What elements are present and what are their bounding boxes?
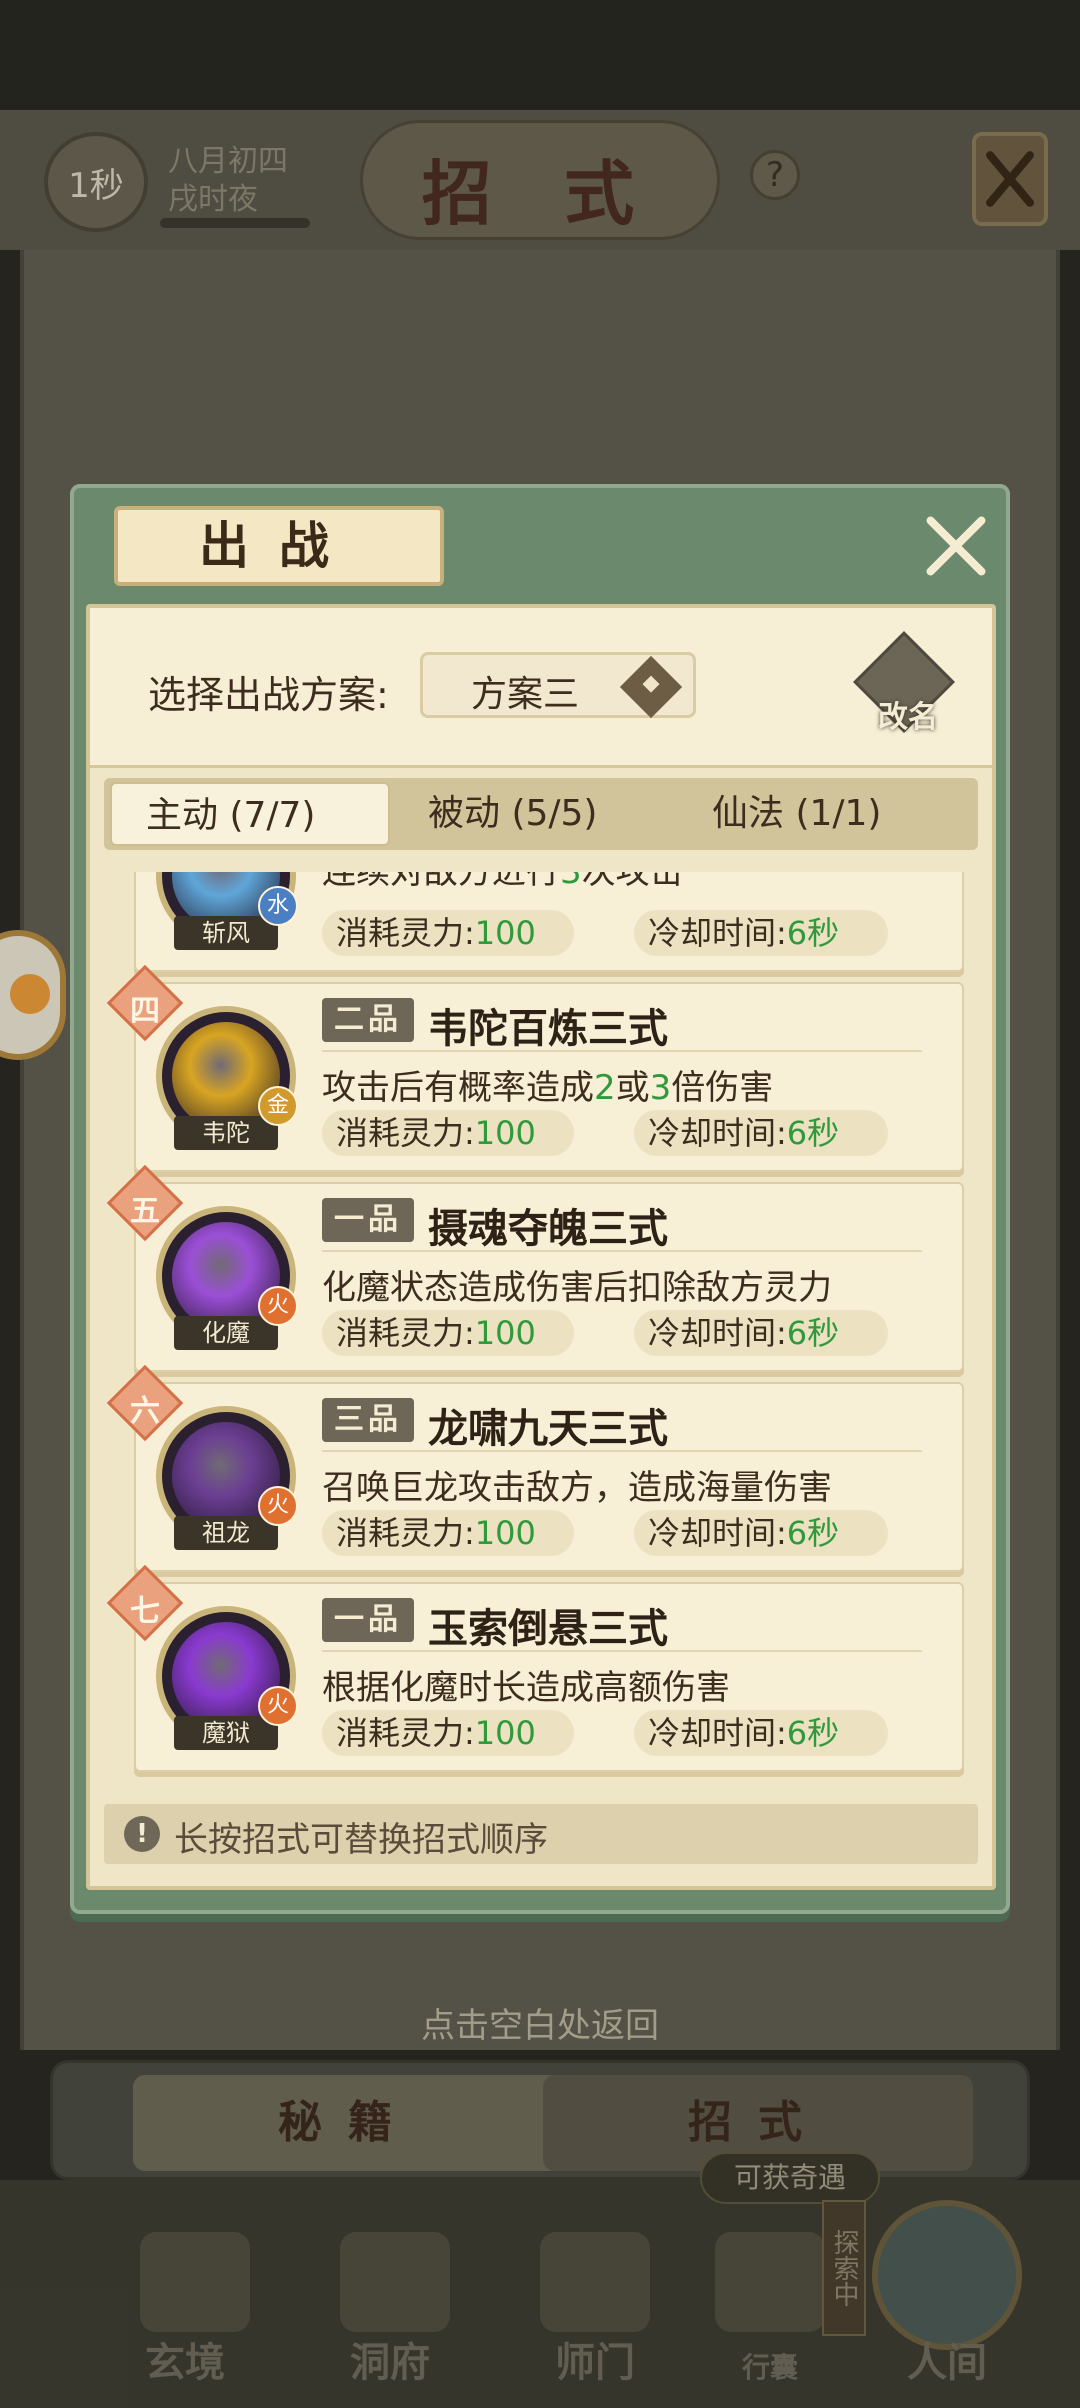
cooldown-pill: 冷却时间:6秒: [634, 1110, 888, 1156]
info-icon: !: [124, 1816, 160, 1852]
cooldown-value: 6秒: [786, 1714, 840, 1752]
order-number: 四: [130, 994, 160, 1029]
avatar-name: 魔狱: [174, 1716, 278, 1750]
divider: [322, 1050, 922, 1052]
skill-description: 化魔状态造成伤害后扣除敌方灵力: [322, 1260, 832, 1309]
battle-modal: 出战 选择出战方案: 方案三 改名 主动 (7/7) 被动 (5/5) 仙法 (…: [70, 484, 1010, 1914]
cooldown-pill: 冷却时间:6秒: [634, 1310, 888, 1356]
desc-part: 倍伤害: [671, 1068, 774, 1108]
cooldown-pill: 冷却时间:6秒: [634, 1710, 888, 1756]
modal-title: 出战: [199, 516, 359, 575]
plan-bar: 选择出战方案: 方案三 改名: [90, 608, 992, 768]
rename-label: 改名: [878, 700, 938, 735]
desc-part: 根据化魔时长造成高额伤害: [322, 1668, 730, 1708]
chevron-down-icon: [619, 655, 683, 719]
rename-button[interactable]: 改名: [853, 631, 956, 735]
cooldown-label: 冷却时间:: [648, 914, 787, 952]
order-number: 七: [130, 1594, 160, 1629]
desc-part: 次攻击: [581, 872, 684, 892]
cost-value: 100: [474, 914, 536, 952]
divider: [322, 1250, 922, 1252]
modal-content: 选择出战方案: 方案三 改名 主动 (7/7) 被动 (5/5) 仙法 (1/1…: [86, 604, 996, 1890]
cost-value: 100: [474, 1714, 536, 1752]
desc-part: 召唤巨龙攻击敌方，造成海量伤害: [322, 1468, 832, 1508]
skill-description: 根据化魔时长造成高额伤害: [322, 1660, 730, 1709]
cost-label: 消耗灵力:: [336, 1514, 475, 1552]
skill-card[interactable]: 斩风水连续对敌方进行3次攻击 消耗灵力:100 冷却时间:6秒: [134, 872, 964, 972]
cost-pill: 消耗灵力:100: [322, 1510, 574, 1556]
cooldown-label: 冷却时间:: [648, 1714, 787, 1752]
cost-pill: 消耗灵力:100: [322, 1710, 574, 1756]
skill-description: 连续对敌方进行3次攻击: [322, 872, 684, 893]
plan-label: 选择出战方案:: [148, 673, 389, 717]
grade-tag: 一品: [322, 1598, 414, 1642]
avatar-name: 祖龙: [174, 1516, 278, 1550]
tab-active-skills[interactable]: 主动 (7/7): [110, 782, 390, 846]
tab-spells[interactable]: 仙法 (1/1): [698, 782, 968, 846]
element-badge: 火: [258, 1486, 298, 1526]
desc-part: 3: [649, 1068, 672, 1108]
skill-name: 韦陀百炼三式: [428, 1006, 668, 1052]
element-badge: 水: [258, 886, 298, 926]
skill-name: 摄魂夺魄三式: [428, 1206, 668, 1252]
cost-value: 100: [474, 1514, 536, 1552]
avatar-name: 化魔: [174, 1316, 278, 1350]
cooldown-value: 6秒: [786, 1114, 840, 1152]
tip-text: 长按招式可替换招式顺序: [174, 1820, 548, 1860]
avatar-name: 斩风: [174, 916, 278, 950]
cooldown-value: 6秒: [786, 914, 840, 952]
cooldown-label: 冷却时间:: [648, 1114, 787, 1152]
element-badge: 火: [258, 1286, 298, 1326]
cost-label: 消耗灵力:: [336, 1114, 475, 1152]
desc-part: 2: [594, 1068, 616, 1108]
skill-description: 召唤巨龙攻击敌方，造成海量伤害: [322, 1460, 832, 1509]
skill-card[interactable]: 五化魔火一品 摄魂夺魄三式 化魔状态造成伤害后扣除敌方灵力 消耗灵力:100 冷却时间:…: [106, 1164, 964, 1372]
tab-passive-skills[interactable]: 被动 (5/5): [414, 782, 674, 846]
cooldown-pill: 冷却时间:6秒: [634, 1510, 888, 1556]
cost-label: 消耗灵力:: [336, 914, 475, 952]
grade-tag: 一品: [322, 1198, 414, 1242]
skill-card[interactable]: 四韦陀金二品 韦陀百炼三式 攻击后有概率造成2或3倍伤害 消耗灵力:100 冷却时间:6…: [106, 964, 964, 1172]
skill-card[interactable]: 七魔狱火一品 玉索倒悬三式 根据化魔时长造成高额伤害 消耗灵力:100 冷却时间:6秒: [106, 1564, 964, 1772]
order-number: 五: [130, 1194, 160, 1229]
cooldown-label: 冷却时间:: [648, 1514, 787, 1552]
desc-part: 3: [560, 872, 582, 892]
plan-dropdown[interactable]: 方案三: [420, 652, 696, 719]
cooldown-value: 6秒: [786, 1514, 840, 1552]
desc-part: 或: [615, 1068, 650, 1108]
cost-pill: 消耗灵力:100: [322, 1310, 574, 1356]
cost-value: 100: [474, 1314, 536, 1352]
skill-card[interactable]: 六祖龙火三品 龙啸九天三式 召唤巨龙攻击敌方，造成海量伤害 消耗灵力:100 冷却时间:…: [106, 1364, 964, 1572]
divider: [322, 1650, 922, 1652]
skill-list[interactable]: 斩风水连续对敌方进行3次攻击 消耗灵力:100 冷却时间:6秒四韦陀金二品 韦陀百炼三…: [104, 872, 978, 1802]
grade-tag: 三品: [322, 1398, 414, 1442]
cooldown-value: 6秒: [786, 1314, 840, 1352]
desc-part: 攻击后有概率造成: [322, 1068, 594, 1108]
cost-label: 消耗灵力:: [336, 1714, 475, 1752]
cost-pill: 消耗灵力:100: [322, 1110, 574, 1156]
skill-description: 攻击后有概率造成2或3倍伤害: [322, 1060, 773, 1109]
divider: [322, 1450, 922, 1452]
cost-pill: 消耗灵力:100: [322, 910, 574, 956]
cost-value: 100: [474, 1114, 536, 1152]
skill-name: 龙啸九天三式: [428, 1406, 668, 1452]
cooldown-label: 冷却时间:: [648, 1314, 787, 1352]
element-badge: 金: [258, 1086, 298, 1126]
skill-tabs: 主动 (7/7) 被动 (5/5) 仙法 (1/1): [104, 778, 978, 850]
desc-part: 化魔状态造成伤害后扣除敌方灵力: [322, 1268, 832, 1308]
grade-tag: 二品: [322, 998, 414, 1042]
element-badge: 火: [258, 1686, 298, 1726]
cooldown-pill: 冷却时间:6秒: [634, 910, 888, 956]
tip-bar: ! 长按招式可替换招式顺序: [104, 1804, 978, 1864]
skill-name: 玉索倒悬三式: [428, 1606, 668, 1652]
plan-value: 方案三: [471, 674, 580, 715]
avatar-name: 韦陀: [174, 1116, 278, 1150]
desc-part: 连续对敌方进行: [322, 872, 560, 892]
order-number: 六: [130, 1394, 160, 1429]
cost-label: 消耗灵力:: [336, 1314, 475, 1352]
close-icon[interactable]: [920, 510, 990, 580]
